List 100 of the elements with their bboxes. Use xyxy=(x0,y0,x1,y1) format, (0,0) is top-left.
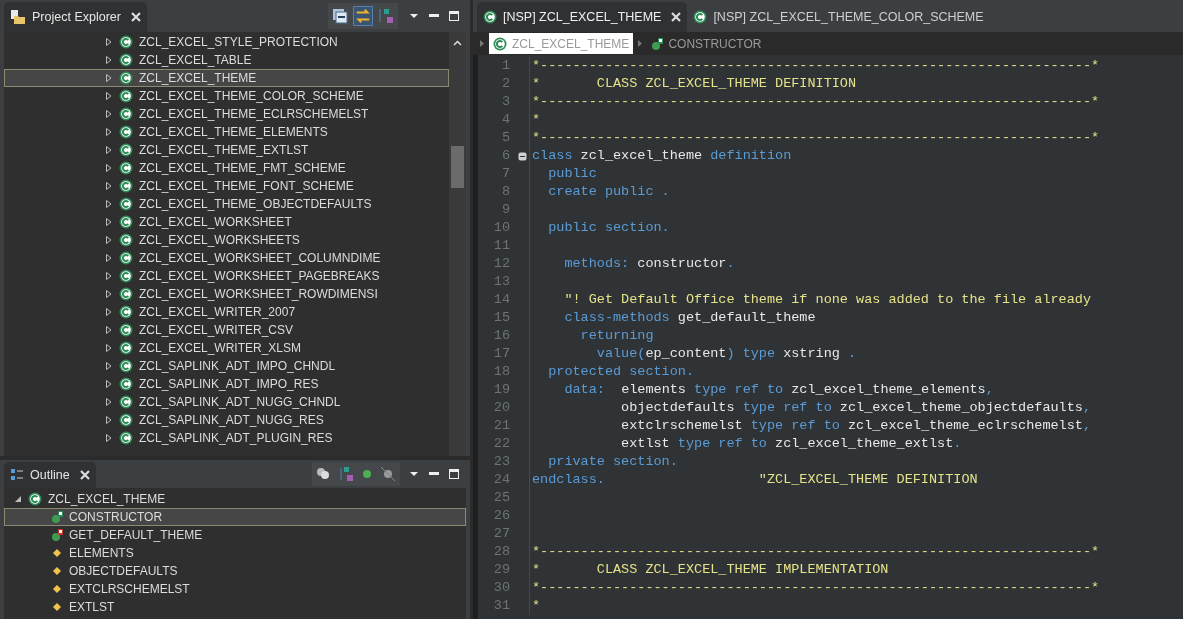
tree-item[interactable]: ZCL_EXCEL_WORKSHEET_COLUMNDIME xyxy=(4,249,449,267)
code-line: * xyxy=(531,110,541,129)
view-tab[interactable]: Project Explorer xyxy=(4,2,147,32)
class-icon xyxy=(119,413,133,427)
tree-item[interactable]: ZCL_EXCEL_TABLE xyxy=(4,51,449,69)
scroll-up-icon[interactable] xyxy=(453,40,462,46)
tree-item[interactable]: ZCL_EXCEL_THEME_EXTLST xyxy=(4,141,449,159)
scroll-thumb[interactable] xyxy=(451,146,464,188)
link-arrows-icon[interactable] xyxy=(353,6,373,26)
line-number: 26 xyxy=(492,506,511,525)
dot-icon[interactable] xyxy=(362,469,372,479)
class-icon xyxy=(119,179,133,193)
code-line: value(ep_content) type xstring . xyxy=(595,344,857,363)
class-icon xyxy=(119,89,133,103)
tree-item[interactable]: ZCL_EXCEL_THEME_COLOR_SCHEME xyxy=(4,87,449,105)
line-number: 6 xyxy=(500,146,511,165)
hide-icon[interactable] xyxy=(380,466,396,482)
class-icon xyxy=(119,305,133,319)
sort-icon[interactable] xyxy=(338,466,354,482)
code-line: *--------------------------------------------------------------------* xyxy=(531,92,1100,111)
tree-item[interactable]: ZCL_EXCEL_THEME_ECLRSCHEMELST xyxy=(4,105,449,123)
code-line: extlst type ref to zcl_excel_theme_extlst. xyxy=(620,434,962,453)
maximize-icon[interactable] xyxy=(448,10,460,22)
tree-item[interactable]: ELEMENTS xyxy=(4,544,466,562)
tree-item[interactable]: ZCL_EXCEL_STYLE_PROTECTION xyxy=(4,33,449,51)
tree-item[interactable]: ZCL_EXCEL_THEME xyxy=(4,490,466,508)
code-line: data: elements type ref to zcl_excel_theme_elements, xyxy=(563,380,994,399)
tree-item[interactable]: ZCL_EXCEL_WORKSHEET_ROWDIMENSI xyxy=(4,285,449,303)
editor-tab[interactable]: [NSP] ZCL_EXCEL_THEME xyxy=(477,2,688,32)
line-number: 4 xyxy=(500,110,511,129)
tree-item[interactable]: ZCL_EXCEL_THEME xyxy=(4,69,449,87)
code-line: * CLASS ZCL_EXCEL_THEME IMPLEMENTATION xyxy=(531,560,889,579)
code-line: public xyxy=(547,164,597,183)
code-line: *--------------------------------------------------------------------* xyxy=(531,128,1100,147)
code-line: extclrschemelst type ref to zcl_excel_theme_eclrschemelst, xyxy=(620,416,1092,435)
line-number: 12 xyxy=(492,254,511,273)
view-menu-icon[interactable] xyxy=(408,11,420,21)
line-number: 27 xyxy=(492,524,511,543)
line-number: 21 xyxy=(492,416,511,435)
tree-item[interactable]: ZCL_EXCEL_WORKSHEETS xyxy=(4,231,449,249)
view-tab[interactable]: Outline xyxy=(4,462,96,488)
line-number: 28 xyxy=(492,542,511,561)
class-icon xyxy=(119,125,133,139)
tree-item[interactable]: ZCL_EXCEL_WRITER_XLSM xyxy=(4,339,449,357)
tree-item[interactable]: GET_DEFAULT_THEME xyxy=(4,526,466,544)
code-line: *--------------------------------------------------------------------* xyxy=(531,542,1100,561)
breadcrumb-item[interactable]: CONSTRUCTOR xyxy=(647,33,766,54)
class-icon xyxy=(119,233,133,247)
tree-item[interactable]: ZCL_SAPLINK_ADT_PLUGIN_RES xyxy=(4,429,449,447)
code-line: *--------------------------------------------------------------------* xyxy=(531,56,1100,75)
close-icon[interactable] xyxy=(130,12,141,22)
close-icon[interactable] xyxy=(671,12,682,22)
tree-item[interactable]: ZCL_EXCEL_THEME_FONT_SCHEME xyxy=(4,177,449,195)
line-number: 24 xyxy=(492,470,511,489)
tree-item[interactable]: EXTLST xyxy=(4,598,466,616)
collapse-all-icon[interactable] xyxy=(331,7,349,25)
line-number: 25 xyxy=(492,488,511,507)
tree-item[interactable]: ZCL_EXCEL_WORKSHEET_PAGEBREAKS xyxy=(4,267,449,285)
line-number: 31 xyxy=(492,596,511,615)
chevron-icon xyxy=(479,39,485,48)
tree-item[interactable]: ZCL_SAPLINK_ADT_NUGG_RES xyxy=(4,411,449,429)
line-number: 5 xyxy=(500,128,511,147)
line-number: 13 xyxy=(492,272,511,291)
code-line: * xyxy=(531,596,541,615)
line-number: 9 xyxy=(500,200,511,219)
tree-item[interactable]: ZCL_EXCEL_THEME_OBJECTDEFAULTS xyxy=(4,195,449,213)
view-menu-icon[interactable] xyxy=(408,469,420,479)
class-icon xyxy=(119,395,133,409)
tree-item[interactable]: OBJECTDEFAULTS xyxy=(4,562,466,580)
tree-item[interactable]: ZCL_EXCEL_THEME_ELEMENTS xyxy=(4,123,449,141)
line-number: 19 xyxy=(492,380,511,399)
tree-item[interactable]: ZCL_SAPLINK_ADT_IMPO_CHNDL xyxy=(4,357,449,375)
tree-item[interactable]: ZCL_EXCEL_WRITER_2007 xyxy=(4,303,449,321)
tree-item[interactable]: ZCL_EXCEL_WRITER_CSV xyxy=(4,321,449,339)
tree-item[interactable]: CONSTRUCTOR xyxy=(4,508,466,526)
class-icon xyxy=(119,431,133,445)
tree-item[interactable]: ZCL_EXCEL_THEME_FMT_SCHEME xyxy=(4,159,449,177)
close-icon[interactable] xyxy=(79,470,90,480)
code-line: public section. xyxy=(547,218,670,237)
line-number: 15 xyxy=(492,308,511,327)
filter-icon[interactable] xyxy=(316,467,330,481)
line-number: 23 xyxy=(492,452,511,471)
class-icon xyxy=(119,107,133,121)
chevron-icon xyxy=(637,39,644,48)
outline-icon xyxy=(10,468,24,482)
editor-tab[interactable]: [NSP] ZCL_EXCEL_THEME_COLOR_SCHEME xyxy=(687,2,990,32)
diamond-icon xyxy=(51,565,63,577)
class-icon xyxy=(119,287,133,301)
scrollbar[interactable] xyxy=(449,32,466,456)
tree-item[interactable]: ZCL_SAPLINK_ADT_IMPO_RES xyxy=(4,375,449,393)
sort-icon[interactable] xyxy=(377,7,395,25)
tree-item[interactable]: ZCL_SAPLINK_ADT_NUGG_CHNDL xyxy=(4,393,449,411)
fold-icon[interactable] xyxy=(518,151,527,161)
class-icon xyxy=(119,341,133,355)
line-number: 1 xyxy=(500,56,511,75)
line-number: 10 xyxy=(492,218,511,237)
maximize-icon[interactable] xyxy=(448,468,460,480)
tree-item[interactable]: ZCL_EXCEL_WORKSHEET xyxy=(4,213,449,231)
tree-item[interactable]: EXTCLRSCHEMELST xyxy=(4,580,466,598)
class-icon xyxy=(119,359,133,373)
